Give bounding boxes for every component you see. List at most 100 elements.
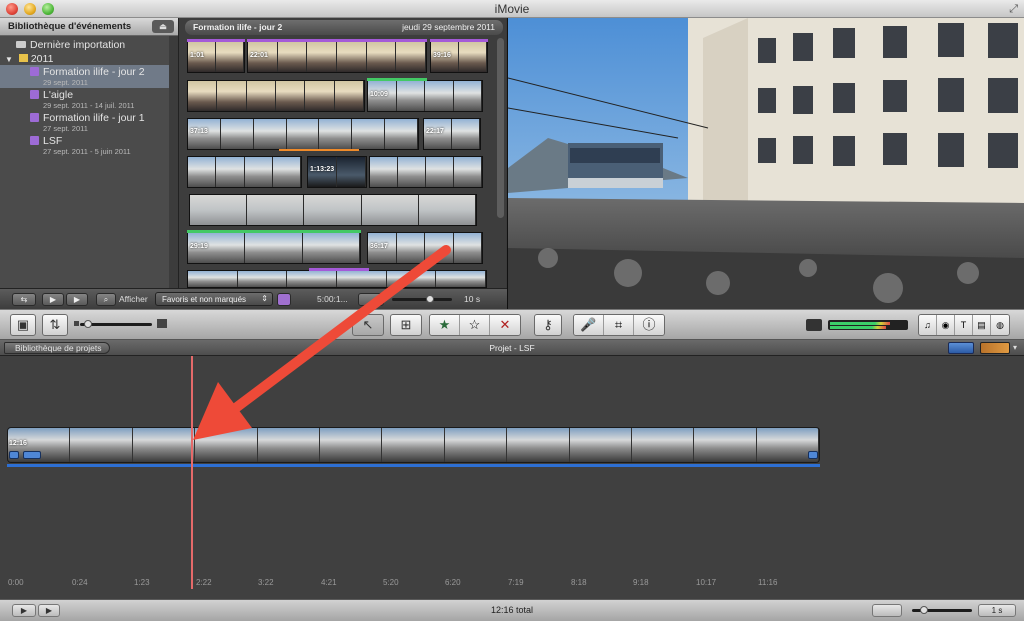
calendar-icon (18, 54, 28, 62)
clip-thumbnail[interactable] (369, 156, 483, 188)
event-name: Formation ilife - jour 2 (43, 66, 145, 78)
video-viewer[interactable] (507, 18, 1024, 309)
library-scrollbar[interactable] (169, 36, 178, 288)
event-date: 27 sept. 2011 - 5 juin 2011 (43, 147, 131, 156)
play-fullscreen-button[interactable]: ▶ (66, 293, 88, 306)
event-duration: 5:00:1... (317, 294, 348, 304)
clip-duration: 10:09 (370, 91, 388, 98)
project-timeline[interactable]: 12:16 0:00 0:24 1:23 2:22 3:22 4:21 5:20… (0, 356, 1024, 599)
status-bar: ▶ ▶ 12:16 total 1 s (0, 599, 1024, 621)
thumbnail-view-button[interactable] (358, 293, 384, 306)
timeline-zoom-value: 1 s (978, 604, 1016, 617)
music-browser-icon[interactable]: ♫ (919, 315, 937, 335)
sidebar-item-year[interactable]: ▼ 2011 (0, 51, 178, 65)
tools-segment: 🎤 ⌗ ⓘ (573, 314, 665, 336)
small-thumbnail-icon (74, 321, 79, 326)
ruler-tick: 9:18 (633, 578, 649, 587)
star-event-icon (30, 90, 39, 99)
timeline-zoom-slider-knob[interactable] (920, 606, 928, 614)
clip-end-icon[interactable] (808, 451, 818, 459)
title-bar: iMovie ⤢ (0, 0, 1024, 18)
swap-events-projects-button[interactable]: ⇅ (42, 314, 68, 336)
unmark-star-icon[interactable]: ☆ (460, 315, 490, 335)
ruler-tick: 2:22 (196, 578, 212, 587)
browser-scrollbar[interactable] (497, 38, 504, 218)
clip-duration: 37:13 (190, 128, 208, 135)
clip-thumbnail[interactable] (247, 41, 427, 73)
event-date: jeudi 29 septembre 2011 (402, 22, 495, 32)
camera-import-button[interactable]: ▣ (10, 314, 36, 336)
event-name: LSF (43, 135, 63, 147)
filter-select[interactable]: Favoris et non marqués ⇕ (155, 292, 273, 306)
eject-icon[interactable]: ⏏ (152, 20, 174, 33)
clip-thumbnail[interactable] (189, 194, 477, 226)
theme-icon[interactable] (980, 342, 1010, 354)
clip-keyword-marker (430, 39, 488, 42)
thumbnail-zoom-slider-knob[interactable] (426, 295, 434, 303)
sidebar-item-label: 2011 (30, 53, 54, 65)
fullscreen-icon[interactable]: ⤢ (1009, 3, 1018, 16)
project-clip[interactable] (7, 427, 820, 463)
ruler-tick: 1:23 (134, 578, 150, 587)
voiceover-microphone-icon[interactable]: 🎤 (574, 315, 604, 335)
event-date: 27 sept. 2011 (43, 124, 88, 133)
clip-thumbnail[interactable] (187, 232, 361, 264)
clip-keyword-marker (247, 39, 427, 42)
project-clip-duration: 12:16 (9, 440, 27, 447)
favorite-star-icon[interactable]: ★ (430, 315, 460, 335)
clip-duration: 36:17 (370, 243, 388, 250)
titles-browser-icon[interactable]: T (955, 315, 973, 335)
transitions-browser-icon[interactable]: ▤ (973, 315, 991, 335)
clip-selection-border (7, 464, 820, 467)
audio-level-left (830, 322, 890, 325)
reject-icon[interactable]: ✕ (490, 315, 520, 335)
keyword-filter-icon[interactable] (277, 293, 291, 306)
keyword-icon[interactable]: ⚷ (534, 314, 562, 336)
audio-waveform-button[interactable] (872, 604, 902, 617)
clip-transition-icon[interactable] (9, 451, 19, 459)
chevron-down-icon[interactable]: ▾ (1013, 343, 1017, 352)
crop-icon[interactable]: ⌗ (604, 315, 634, 335)
clip-thumbnail[interactable] (187, 156, 302, 188)
clip-favorite-marker (367, 78, 427, 81)
project-zoom-slider-knob[interactable] (84, 320, 92, 328)
project-title: Projet - LSF (489, 343, 535, 353)
thumbnail-zoom-slider[interactable] (392, 298, 452, 301)
audio-skimming-icon[interactable] (806, 319, 822, 331)
maps-browser-icon[interactable]: ◍ (991, 315, 1009, 335)
add-to-project-button[interactable]: ⊞ (390, 314, 422, 336)
sidebar-item-event-4[interactable]: LSF 27 sept. 2011 - 5 juin 2011 (0, 134, 178, 157)
play-event-button[interactable]: ▶ (42, 293, 64, 306)
ruler-tick: 5:20 (383, 578, 399, 587)
event-name: L'aigle (43, 89, 74, 101)
show-label: Afficher (119, 294, 148, 304)
main-toolbar: ▣ ⇅ ↖ ⊞ ★ ☆ ✕ ⚷ 🎤 ⌗ ⓘ ♫ ◉ T ▤ ◍ (0, 309, 1024, 340)
search-button[interactable]: ⌕ (96, 293, 116, 306)
sidebar-item-last-import[interactable]: Dernière importation (0, 36, 178, 51)
disclosure-triangle-icon[interactable]: ▼ (5, 55, 13, 64)
window-title: iMovie (494, 2, 530, 16)
project-header: Bibliothèque de projets Projet - LSF ▾ (0, 340, 1024, 356)
viewer-frame (508, 18, 1024, 309)
project-total-duration: 12:16 total (490, 605, 534, 615)
imovie-window: iMovie ⤢ Bibliothèque d'événements ⏏ Der… (0, 0, 1024, 621)
photo-browser-icon[interactable]: ◉ (937, 315, 955, 335)
ruler-tick: 7:19 (508, 578, 524, 587)
clip-thumbnail[interactable] (187, 270, 487, 288)
info-icon[interactable]: ⓘ (634, 315, 664, 335)
clip-thumbnail[interactable] (187, 118, 419, 150)
sidebar-item-event-3[interactable]: Formation ilife - jour 1 27 sept. 2011 (0, 111, 178, 134)
clip-thumbnail[interactable] (187, 80, 365, 112)
event-library-title: Bibliothèque d'événements (8, 21, 132, 32)
clip-settings-icon[interactable] (23, 451, 41, 459)
show-library-button[interactable]: ⇆ (12, 293, 36, 306)
clip-used-marker (279, 149, 359, 151)
playhead[interactable] (191, 356, 193, 589)
sidebar-item-label: Dernière importation (30, 39, 126, 51)
project-view-toggle[interactable] (948, 342, 974, 354)
sidebar-item-event-1[interactable]: Formation ilife - jour 2 29 sept. 2011 (0, 65, 169, 88)
sidebar-item-event-2[interactable]: L'aigle 29 sept. 2011 - 14 juil. 2011 (0, 88, 178, 111)
select-tool-button[interactable]: ↖ (352, 314, 384, 336)
event-date: 29 sept. 2011 - 14 juil. 2011 (43, 101, 135, 110)
ruler-tick: 6:20 (445, 578, 461, 587)
